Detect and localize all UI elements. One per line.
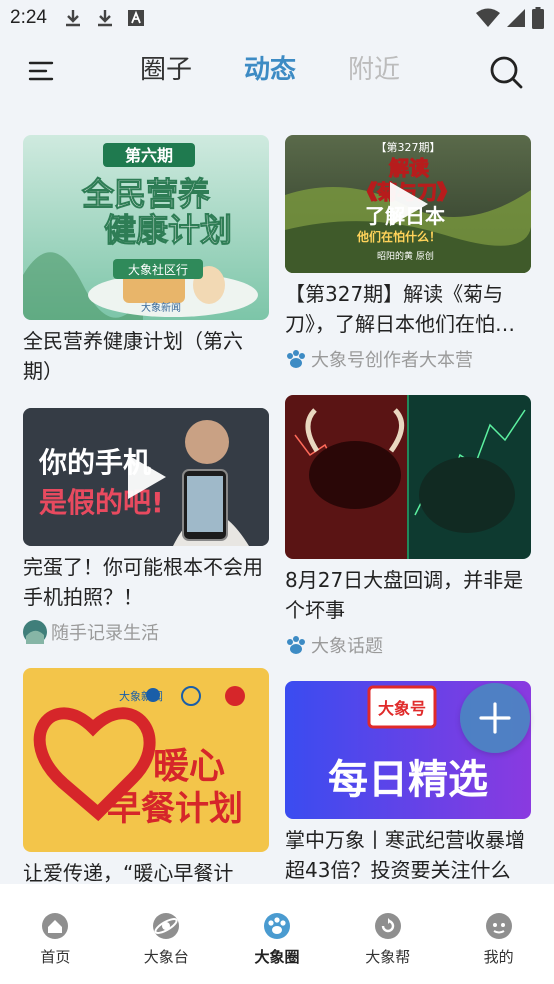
feed-card[interactable]: 大象新闻 暖心 早餐计划 让爱传递，“暖心早餐计划”首期走进（第三 [23, 668, 269, 884]
play-icon[interactable] [386, 180, 430, 228]
card-author[interactable]: 大象话题 [285, 631, 531, 659]
download-icon [97, 10, 112, 27]
card-title: 完蛋了！你可能根本不会用手机拍照？！ [23, 555, 263, 609]
help-icon [374, 913, 401, 939]
bull-bear-image [285, 395, 531, 559]
video-headline: 解读 [389, 156, 429, 180]
author-name: 大象话题 [311, 636, 383, 657]
feed-grid: 第六期 全民营养 健康计划 大象社区行 大象新闻 全民营养健康计划（第六期） 你… [0, 108, 554, 884]
bottom-nav: 首页 大象台 大象圈 大象帮 我的 [0, 884, 554, 984]
nutrition-poster-image: 第六期 全民营养 健康计划 大象社区行 大象新闻 [23, 135, 269, 320]
poster-headline: 早餐计划 [107, 789, 243, 829]
poster-headline: 全民营养 [81, 175, 210, 213]
nav-label: 大象台 [143, 948, 189, 966]
search-icon [490, 56, 523, 89]
planet-icon [153, 913, 180, 939]
nav-home[interactable]: 首页 [0, 884, 111, 984]
feed-card[interactable]: 【第327期】 解读 《菊与刀》 了解日本 他们在怕什么！ 昭阳的黄 原创 【第… [285, 135, 531, 373]
profile-icon [485, 913, 512, 939]
feed-column-right: 【第327期】 解读 《菊与刀》 了解日本 他们在怕什么！ 昭阳的黄 原创 【第… [285, 135, 531, 884]
battery-icon [532, 7, 544, 29]
tab-feed[interactable]: 动态 [244, 52, 296, 88]
nav-help[interactable]: 大象帮 [332, 884, 443, 984]
wifi-icon [476, 8, 500, 27]
tab-nearby[interactable]: 附近 [348, 52, 400, 88]
card-title: 全民营养健康计划（第六期） [23, 329, 243, 383]
feed-column-left: 第六期 全民营养 健康计划 大象社区行 大象新闻 全民营养健康计划（第六期） 你… [23, 135, 269, 884]
card-title: 【第327期】解读《菊与刀》，了解日本他们在怕什么！ [285, 282, 515, 336]
nav-label: 首页 [40, 948, 71, 966]
breakfast-poster-image: 大象新闻 暖心 早餐计划 [23, 668, 269, 852]
menu-icon [28, 61, 54, 81]
nav-circle[interactable]: 大象圈 [222, 884, 333, 984]
download-icon [65, 10, 80, 27]
plus-icon [479, 702, 511, 734]
paw-icon [263, 913, 290, 939]
create-post-button[interactable] [460, 683, 530, 753]
poster-logo: 大象新闻 [119, 689, 163, 703]
author-name: 大象号创作者大本营 [311, 350, 473, 371]
status-time: 2:24 [10, 7, 47, 28]
poster-headline: 健康计划 [104, 211, 232, 249]
video-subline: 他们在怕什么！ [356, 229, 441, 244]
card-title: 掌中万象丨寒武纪营收暴增超43倍？投资要关注什么 [285, 828, 525, 882]
feed-card[interactable]: 8月27日大盘回调，并非是个坏事 大象话题 [285, 395, 531, 659]
author-name: 随手记录生活 [51, 623, 159, 644]
card-title: 8月27日大盘回调，并非是个坏事 [285, 568, 524, 622]
top-nav: 圈子 动态 附近 [0, 36, 554, 108]
card-thumbnail: 你的手机 是假的吧! [23, 408, 269, 546]
poster-tag: 大象社区行 [128, 262, 188, 277]
card-thumbnail: 【第327期】 解读 《菊与刀》 了解日本 他们在怕什么！ 昭阳的黄 原创 [285, 135, 531, 273]
home-icon [42, 913, 69, 939]
play-icon[interactable] [124, 453, 168, 501]
card-thumbnail: 大象新闻 暖心 早餐计划 [23, 668, 269, 852]
card-author[interactable]: 随手记录生活 [23, 618, 269, 646]
font-a-icon [127, 10, 144, 26]
paw-icon [287, 350, 305, 368]
nav-profile[interactable]: 我的 [443, 884, 554, 984]
feed-card[interactable]: 第六期 全民营养 健康计划 大象社区行 大象新闻 全民营养健康计划（第六期） [23, 135, 269, 386]
paw-icon [287, 636, 305, 654]
poster-headline: 每日精选 [328, 757, 488, 803]
card-thumbnail [285, 395, 531, 559]
avatar [23, 620, 47, 644]
search-button[interactable] [488, 54, 524, 90]
cellular-icon [507, 9, 525, 27]
feed-card[interactable]: 你的手机 是假的吧! 完蛋了！你可能根本不会用手机拍照？！ 随手记录生活 [23, 408, 269, 646]
tab-circle[interactable]: 圈子 [140, 52, 192, 88]
poster-badge: 大象号 [378, 699, 426, 718]
tab-bar: 圈子 动态 附近 [140, 52, 400, 88]
menu-button[interactable] [28, 58, 56, 86]
poster-logo: 大象新闻 [141, 301, 181, 314]
nav-label: 我的 [483, 948, 514, 966]
status-bar: 2:24 [0, 0, 554, 36]
status-system [476, 7, 544, 29]
nav-label: 大象圈 [254, 948, 300, 966]
poster-badge: 第六期 [125, 146, 173, 165]
status-notifications [63, 8, 145, 28]
nav-label: 大象帮 [365, 948, 411, 966]
nav-station[interactable]: 大象台 [111, 884, 222, 984]
card-title: 让爱传递，“暖心早餐计划”首期走进（第三 [23, 861, 234, 884]
card-author[interactable]: 大象号创作者大本营 [285, 345, 531, 373]
video-badge: 【第327期】 [376, 140, 441, 154]
card-thumbnail: 第六期 全民营养 健康计划 大象社区行 大象新闻 [23, 135, 269, 320]
video-credit: 昭阳的黄 原创 [377, 250, 434, 262]
poster-headline: 暖心 [153, 746, 225, 787]
